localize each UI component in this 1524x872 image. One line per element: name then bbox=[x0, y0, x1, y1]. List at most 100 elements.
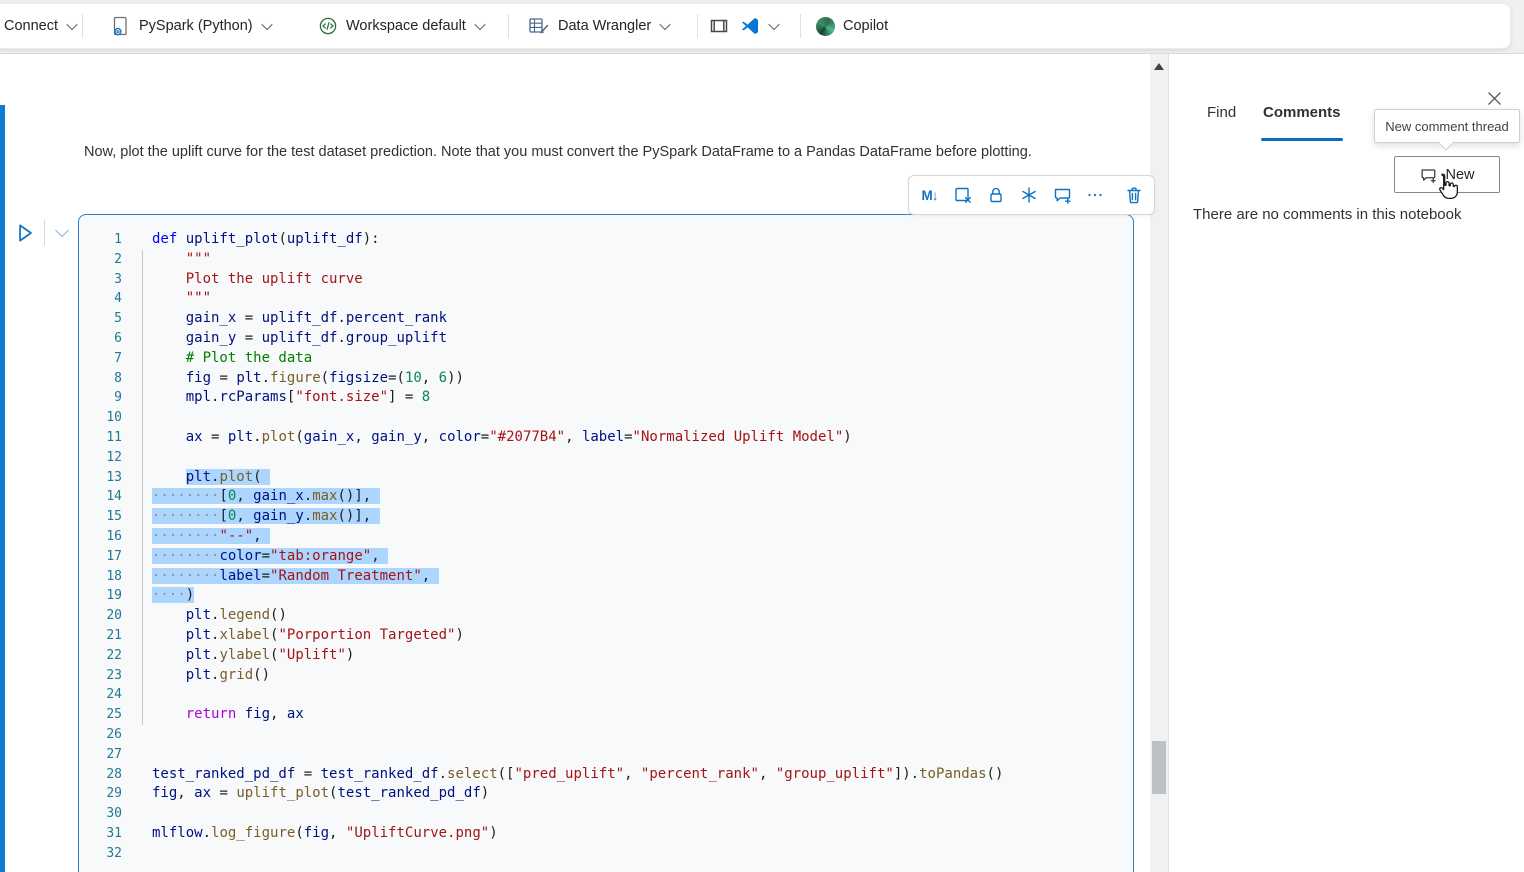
line-number: 19 bbox=[79, 586, 122, 606]
code-line-16[interactable]: 16········"--", bbox=[79, 527, 1131, 547]
markdown-text: Now, plot the uplift curve for the test … bbox=[84, 144, 1032, 160]
line-number: 6 bbox=[79, 329, 122, 349]
add-comment-icon[interactable] bbox=[1051, 183, 1072, 207]
code-line-17[interactable]: 17········color="tab:orange", bbox=[79, 547, 1131, 567]
toolbar-divider bbox=[508, 14, 509, 38]
data-wrangler-label: Data Wrangler bbox=[558, 18, 651, 34]
comments-panel: Find Comments New comment thread New The… bbox=[1169, 54, 1524, 872]
copilot-icon bbox=[816, 17, 835, 36]
data-wrangler-button[interactable]: Data Wrangler bbox=[528, 4, 669, 48]
copilot-button[interactable]: Copilot bbox=[816, 4, 888, 48]
notebook-content: Now, plot the uplift curve for the test … bbox=[0, 53, 1524, 872]
code-editor[interactable]: 1def uplift_plot(uplift_df):2 """3 Plot … bbox=[79, 230, 1131, 864]
code-line-9[interactable]: 9 mpl.rcParams["font.size"] = 8 bbox=[79, 388, 1131, 408]
line-number: 4 bbox=[79, 289, 122, 309]
vscode-icon bbox=[740, 16, 760, 36]
line-number: 30 bbox=[79, 804, 122, 824]
line-number: 25 bbox=[79, 705, 122, 725]
code-line-19[interactable]: 19····) bbox=[79, 586, 1131, 606]
line-number: 21 bbox=[79, 626, 122, 646]
workspace-label: Workspace default bbox=[346, 18, 466, 34]
line-number: 28 bbox=[79, 765, 122, 785]
hand-cursor-icon bbox=[1432, 172, 1458, 207]
code-line-8[interactable]: 8 fig = plt.figure(figsize=(10, 6)) bbox=[79, 369, 1131, 389]
markdown-cell[interactable]: Now, plot the uplift curve for the test … bbox=[84, 144, 1114, 160]
run-divider bbox=[44, 220, 45, 246]
code-cell[interactable]: 1def uplift_plot(uplift_df):2 """3 Plot … bbox=[78, 214, 1134, 872]
tab-find[interactable]: Find bbox=[1207, 104, 1236, 121]
code-line-27[interactable]: 27 bbox=[79, 745, 1131, 765]
connect-dropdown[interactable]: Connect bbox=[4, 4, 76, 48]
close-icon[interactable] bbox=[1487, 91, 1502, 111]
frame-icon bbox=[708, 16, 730, 36]
workspace-code-circle-icon bbox=[318, 16, 338, 36]
code-line-14[interactable]: 14········[0, gain_x.max()], bbox=[79, 487, 1131, 507]
code-line-23[interactable]: 23 plt.grid() bbox=[79, 666, 1131, 686]
active-cell-indicator bbox=[0, 105, 5, 872]
code-line-7[interactable]: 7 # Plot the data bbox=[79, 349, 1131, 369]
code-line-13[interactable]: 13 plt.plot( bbox=[79, 468, 1131, 488]
code-line-11[interactable]: 11 ax = plt.plot(gain_x, gain_y, color="… bbox=[79, 428, 1131, 448]
line-number: 16 bbox=[79, 527, 122, 547]
empty-comments-message: There are no comments in this notebook bbox=[1193, 206, 1461, 223]
delete-cell-icon[interactable] bbox=[1123, 183, 1144, 207]
code-line-20[interactable]: 20 plt.legend() bbox=[79, 606, 1131, 626]
copilot-label: Copilot bbox=[843, 18, 888, 34]
code-line-21[interactable]: 21 plt.xlabel("Porportion Targeted") bbox=[79, 626, 1131, 646]
code-line-5[interactable]: 5 gain_x = uplift_df.percent_rank bbox=[79, 309, 1131, 329]
code-line-28[interactable]: 28test_ranked_pd_df = test_ranked_df.sel… bbox=[79, 765, 1131, 785]
line-number: 32 bbox=[79, 844, 122, 864]
active-tab-underline bbox=[1261, 138, 1343, 141]
code-line-12[interactable]: 12 bbox=[79, 448, 1131, 468]
line-number: 20 bbox=[79, 606, 122, 626]
code-line-15[interactable]: 15········[0, gain_y.max()], bbox=[79, 507, 1131, 527]
scrollbar-thumb[interactable] bbox=[1152, 741, 1166, 794]
line-number: 18 bbox=[79, 567, 122, 587]
scroll-up-arrow-icon[interactable] bbox=[1154, 63, 1164, 70]
line-number: 9 bbox=[79, 388, 122, 408]
line-number: 27 bbox=[79, 745, 122, 765]
code-line-31[interactable]: 31mlflow.log_figure(fig, "UpliftCurve.pn… bbox=[79, 824, 1131, 844]
run-cell-icon[interactable] bbox=[14, 221, 36, 245]
code-line-22[interactable]: 22 plt.ylabel("Uplift") bbox=[79, 646, 1131, 666]
vscode-dropdown[interactable] bbox=[740, 4, 778, 48]
freeze-cell-icon[interactable] bbox=[1018, 183, 1039, 207]
line-number: 23 bbox=[79, 666, 122, 686]
clear-outputs-icon[interactable] bbox=[952, 183, 973, 207]
more-commands-icon[interactable] bbox=[1084, 183, 1105, 207]
code-line-24[interactable]: 24 bbox=[79, 685, 1131, 705]
line-number: 11 bbox=[79, 428, 122, 448]
line-number: 10 bbox=[79, 408, 122, 428]
code-line-6[interactable]: 6 gain_y = uplift_df.group_uplift bbox=[79, 329, 1131, 349]
code-line-26[interactable]: 26 bbox=[79, 725, 1131, 745]
line-number: 31 bbox=[79, 824, 122, 844]
code-line-10[interactable]: 10 bbox=[79, 408, 1131, 428]
convert-to-markdown-icon[interactable]: M↓ bbox=[919, 183, 940, 207]
kernel-document-gear-icon bbox=[110, 15, 131, 37]
code-line-1[interactable]: 1def uplift_plot(uplift_df): bbox=[79, 230, 1131, 250]
code-line-25[interactable]: 25 return fig, ax bbox=[79, 705, 1131, 725]
chevron-down-icon bbox=[474, 19, 485, 30]
chevron-down-icon bbox=[261, 19, 272, 30]
chevron-down-icon bbox=[66, 19, 77, 30]
line-number: 29 bbox=[79, 784, 122, 804]
tab-comments[interactable]: Comments bbox=[1263, 104, 1341, 121]
kernel-dropdown[interactable]: PySpark (Python) bbox=[110, 4, 271, 48]
code-line-30[interactable]: 30 bbox=[79, 804, 1131, 824]
run-controls bbox=[14, 220, 71, 246]
code-line-32[interactable]: 32 bbox=[79, 844, 1131, 864]
toolbar-divider bbox=[800, 14, 801, 38]
toolbar-divider bbox=[697, 14, 698, 38]
lock-cell-icon[interactable] bbox=[985, 183, 1006, 207]
data-wrangler-grid-broom-icon bbox=[528, 16, 550, 36]
chevron-down-icon bbox=[660, 19, 671, 30]
collapse-cell-chevron-icon[interactable] bbox=[55, 223, 69, 237]
code-line-3[interactable]: 3 Plot the uplift curve bbox=[79, 270, 1131, 290]
code-line-4[interactable]: 4 """ bbox=[79, 289, 1131, 309]
code-line-18[interactable]: 18········label="Random Treatment", bbox=[79, 567, 1131, 587]
workspace-dropdown[interactable]: Workspace default bbox=[318, 4, 484, 48]
code-line-2[interactable]: 2 """ bbox=[79, 250, 1131, 270]
code-line-29[interactable]: 29fig, ax = uplift_plot(test_ranked_pd_d… bbox=[79, 784, 1131, 804]
line-number: 7 bbox=[79, 349, 122, 369]
frame-button[interactable] bbox=[708, 4, 730, 48]
